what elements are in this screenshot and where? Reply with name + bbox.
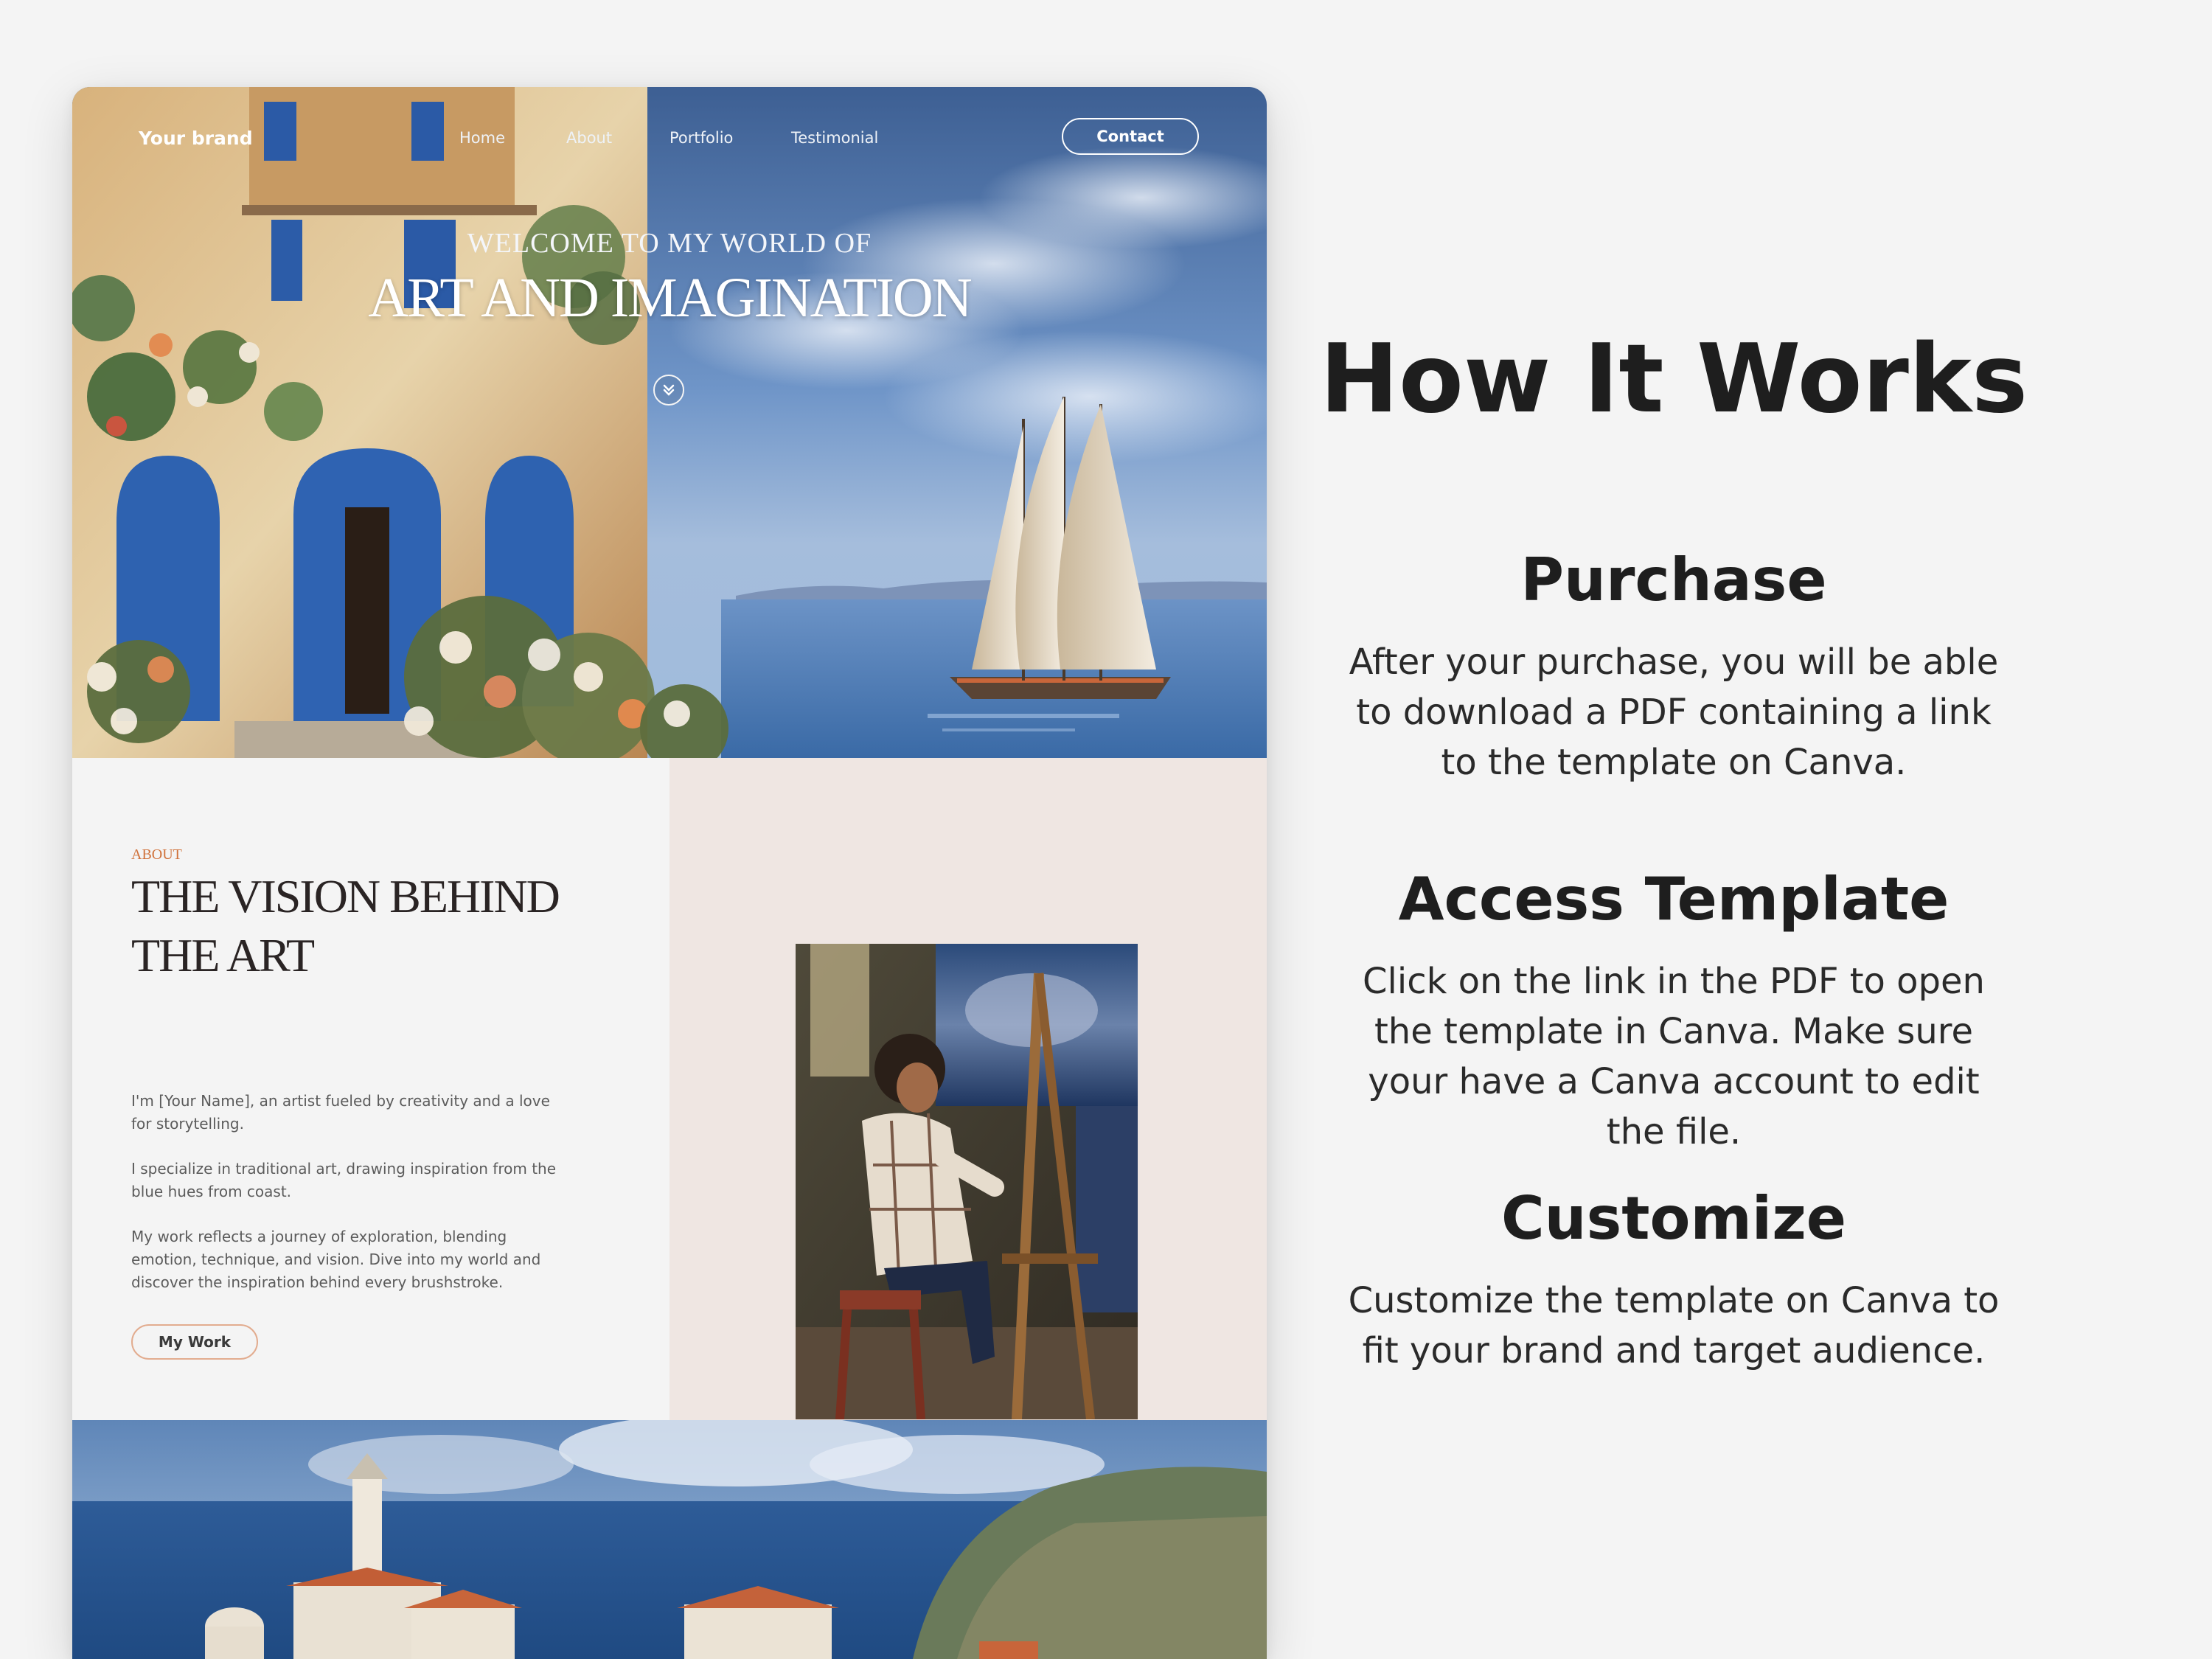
artist-painting-photo: [796, 944, 1138, 1419]
about-paragraph-3: My work reflects a journey of exploratio…: [131, 1228, 541, 1291]
top-nav: Your brand Home About Portfolio Testimon…: [72, 87, 1267, 190]
coastal-village-painting: [72, 1420, 1267, 1659]
nav-link-testimonial[interactable]: Testimonial: [791, 129, 878, 147]
brand-logo[interactable]: Your brand: [139, 128, 253, 149]
about-paragraph-1: I'm [Your Name], an artist fueled by cre…: [131, 1092, 550, 1133]
about-image-panel: [669, 758, 1267, 1420]
step-text-purchase: After your purchase, you will be able to…: [1349, 641, 1999, 783]
chevron-double-down-icon: [663, 384, 675, 396]
step-title-purchase: Purchase: [1520, 546, 1827, 614]
how-it-works-title: How It Works: [1319, 324, 2028, 434]
step-title-customize: Customize: [1500, 1184, 1847, 1253]
nav-link-home[interactable]: Home: [459, 129, 505, 147]
my-work-button[interactable]: My Work: [131, 1324, 258, 1360]
coastal-landscape-section: [72, 1420, 1267, 1659]
about-text-panel: ABOUT THE VISION BEHIND THE ART I'm [You…: [72, 758, 669, 1420]
about-paragraph-2: I specialize in traditional art, drawing…: [131, 1160, 557, 1200]
scroll-down-button[interactable]: [653, 375, 684, 406]
hero-section: Your brand Home About Portfolio Testimon…: [72, 87, 1267, 758]
website-mockup: Your brand Home About Portfolio Testimon…: [72, 87, 1267, 1659]
step-text-access-template: Click on the link in the PDF to open the…: [1363, 961, 1985, 1152]
nav-link-about[interactable]: About: [566, 129, 612, 147]
about-kicker: ABOUT: [131, 846, 182, 863]
hero-kicker: WELCOME TO MY WORLD OF: [467, 228, 872, 259]
about-section: ABOUT THE VISION BEHIND THE ART I'm [You…: [72, 758, 1267, 1420]
step-text-customize: Customize the template on Canva to fit y…: [1348, 1280, 2000, 1371]
step-title-access-template: Access Template: [1398, 865, 1950, 933]
about-title: THE VISION BEHIND THE ART: [131, 870, 560, 981]
contact-button[interactable]: Contact: [1062, 118, 1199, 155]
how-it-works-panel: How It Works Purchase After your purchas…: [1298, 0, 2050, 1659]
hero-title: ART AND IMAGINATION: [368, 267, 972, 329]
nav-link-portfolio[interactable]: Portfolio: [669, 129, 733, 147]
